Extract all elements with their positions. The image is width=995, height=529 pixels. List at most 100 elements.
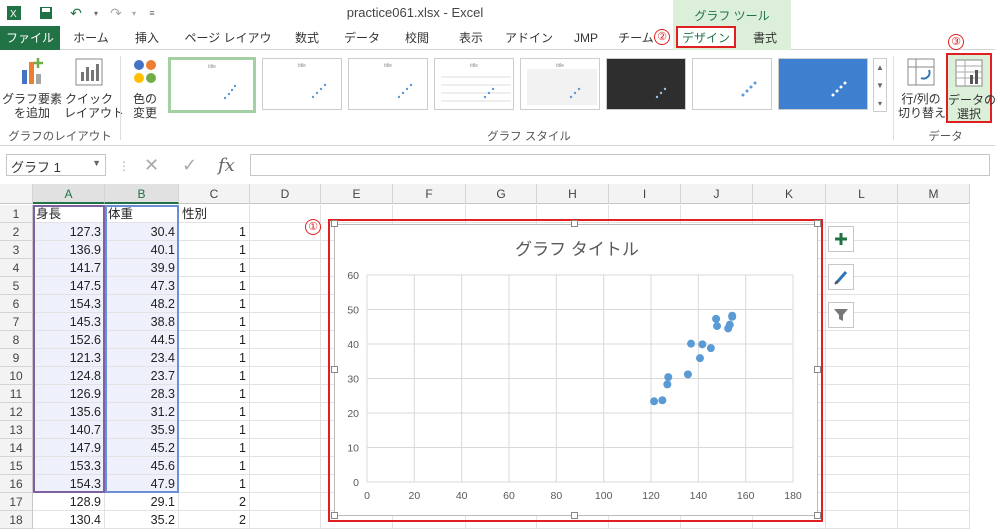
column-header-m[interactable]: M [898,184,970,204]
resize-handle[interactable] [814,220,821,227]
cell[interactable]: 45.2 [105,439,179,457]
cell[interactable]: 153.3 [33,457,105,475]
column-header-l[interactable]: L [826,184,898,204]
cell[interactable] [898,367,970,385]
cell[interactable] [250,277,321,295]
row-header[interactable]: 12 [0,403,33,421]
select-data-button[interactable]: データの 選択 [946,53,995,123]
cell[interactable]: 147.5 [33,277,105,295]
cell[interactable]: 140.7 [33,421,105,439]
cell[interactable]: 1 [179,475,250,493]
cell[interactable]: 128.9 [33,493,105,511]
resize-handle[interactable] [571,220,578,227]
cell[interactable]: 1 [179,421,250,439]
cell[interactable] [898,241,970,259]
column-header-c[interactable]: C [179,184,250,204]
enter-icon[interactable]: ✓ [182,155,197,176]
cell[interactable] [250,475,321,493]
cell[interactable] [250,439,321,457]
column-header-g[interactable]: G [466,184,537,204]
cell[interactable] [898,259,970,277]
cell[interactable]: 2 [179,493,250,511]
chart-styles-button[interactable] [828,264,854,290]
column-header-j[interactable]: J [681,184,753,204]
cell[interactable] [250,367,321,385]
cell[interactable] [898,385,970,403]
column-header-b[interactable]: B [105,184,179,204]
row-header[interactable]: 5 [0,277,33,295]
formula-input[interactable] [250,154,990,176]
insert-function-icon[interactable]: fx [218,155,235,176]
gallery-scroll[interactable]: ▲ ▼ ▾ [873,58,887,112]
cell[interactable] [250,421,321,439]
cell[interactable]: 性別 [179,205,250,223]
name-box[interactable]: グラフ 1 ▼ [6,154,106,176]
tab-file[interactable]: ファイル [0,26,60,50]
cell[interactable]: 130.4 [33,511,105,529]
cell[interactable] [250,331,321,349]
cell[interactable] [250,511,321,529]
column-header-i[interactable]: I [609,184,681,204]
name-box-dropdown-icon[interactable]: ▼ [92,158,101,168]
cell[interactable] [898,223,970,241]
cell[interactable]: 身長 [33,205,105,223]
row-header[interactable]: 4 [0,259,33,277]
column-header-e[interactable]: E [321,184,393,204]
cell[interactable]: 40.1 [105,241,179,259]
cell[interactable]: 147.9 [33,439,105,457]
cell[interactable] [250,385,321,403]
row-header[interactable]: 11 [0,385,33,403]
cell[interactable] [250,295,321,313]
row-header[interactable]: 3 [0,241,33,259]
cell[interactable]: 1 [179,313,250,331]
column-header-k[interactable]: K [753,184,826,204]
chart-filters-button[interactable] [828,302,854,328]
row-header[interactable]: 14 [0,439,33,457]
cell[interactable]: 1 [179,241,250,259]
change-colors-button[interactable]: 色の 変更 [124,54,166,124]
cell[interactable] [250,241,321,259]
resize-handle[interactable] [331,512,338,519]
chart-style-4[interactable]: title [434,58,514,110]
resize-handle[interactable] [331,220,338,227]
row-header[interactable]: 15 [0,457,33,475]
cell[interactable]: 1 [179,331,250,349]
row-header[interactable]: 16 [0,475,33,493]
cell[interactable]: 23.7 [105,367,179,385]
cell[interactable]: 2 [179,511,250,529]
tab-review[interactable]: 校閲 [394,26,440,50]
tab-addins[interactable]: アドイン [502,26,556,50]
cell[interactable]: 1 [179,277,250,295]
resize-handle[interactable] [814,366,821,373]
column-header-f[interactable]: F [393,184,466,204]
cell[interactable] [826,457,898,475]
cancel-icon[interactable]: ✕ [144,155,159,176]
cell[interactable]: 23.4 [105,349,179,367]
cell[interactable] [898,439,970,457]
row-header[interactable]: 6 [0,295,33,313]
row-header[interactable]: 18 [0,511,33,529]
tab-data[interactable]: データ [338,26,386,50]
column-header-a[interactable]: A [33,184,105,204]
cell[interactable] [898,493,970,511]
cell[interactable]: 47.3 [105,277,179,295]
cell[interactable] [898,313,970,331]
cell[interactable]: 154.3 [33,475,105,493]
cell[interactable]: 30.4 [105,223,179,241]
quick-layout-button[interactable]: クイック レイアウト [64,54,124,124]
cell[interactable] [898,403,970,421]
tab-formulas[interactable]: 数式 [284,26,330,50]
cell[interactable]: 121.3 [33,349,105,367]
cell[interactable] [250,313,321,331]
cell[interactable] [826,403,898,421]
cell[interactable]: 1 [179,367,250,385]
cell[interactable]: 154.3 [33,295,105,313]
tab-team[interactable]: チーム [616,26,656,50]
cell[interactable]: 1 [179,259,250,277]
cell[interactable]: 35.2 [105,511,179,529]
chart-style-2[interactable]: title [262,58,342,110]
row-header[interactable]: 8 [0,331,33,349]
tab-insert[interactable]: 挿入 [124,26,170,50]
cell[interactable] [826,385,898,403]
cell[interactable] [826,439,898,457]
